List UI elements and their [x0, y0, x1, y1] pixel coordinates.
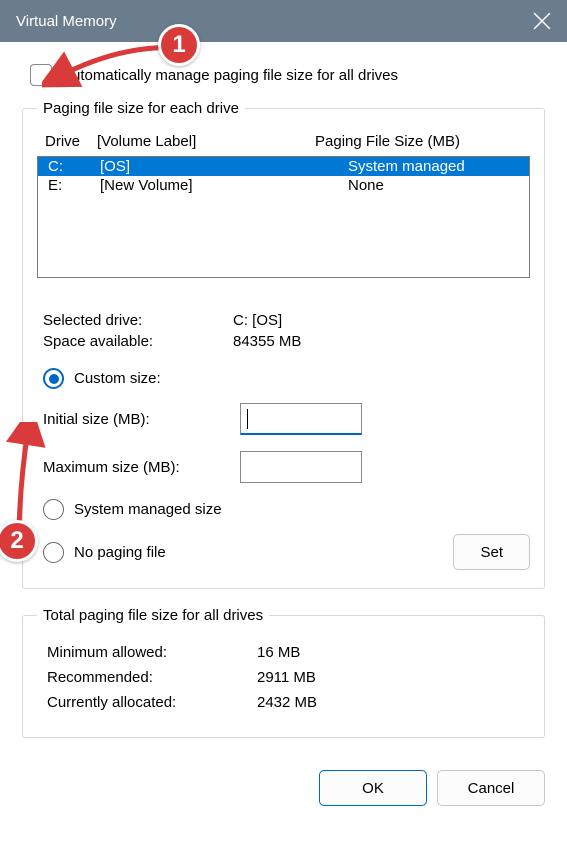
minimum-value: 16 MB: [257, 644, 300, 661]
close-icon[interactable]: [533, 12, 551, 30]
selected-drive-value: C: [OS]: [233, 312, 282, 329]
space-available-label: Space available:: [43, 333, 233, 350]
custom-size-radio[interactable]: [43, 368, 64, 389]
totals-fieldset: Total paging file size for all drives Mi…: [22, 607, 545, 738]
system-managed-label: System managed size: [74, 501, 222, 518]
selected-drive-label: Selected drive:: [43, 312, 233, 329]
drive-row[interactable]: C: [OS] System managed: [38, 157, 529, 176]
drive-list[interactable]: C: [OS] System managed E: [New Volume] N…: [37, 156, 530, 278]
maximum-size-label: Maximum size (MB):: [43, 459, 240, 476]
minimum-label: Minimum allowed:: [47, 644, 257, 661]
recommended-value: 2911 MB: [257, 669, 316, 686]
system-managed-radio[interactable]: [43, 499, 64, 520]
initial-size-input[interactable]: [240, 403, 362, 435]
totals-legend: Total paging file size for all drives: [37, 607, 269, 624]
cancel-button[interactable]: Cancel: [437, 770, 545, 806]
drive-row[interactable]: E: [New Volume] None: [38, 176, 529, 195]
no-paging-label: No paging file: [74, 544, 166, 561]
allocated-label: Currently allocated:: [47, 694, 257, 711]
set-button[interactable]: Set: [453, 534, 530, 570]
allocated-value: 2432 MB: [257, 694, 317, 711]
no-paging-radio[interactable]: [43, 542, 64, 563]
space-available-value: 84355 MB: [233, 333, 301, 350]
ok-button[interactable]: OK: [319, 770, 427, 806]
maximum-size-input[interactable]: [240, 451, 362, 483]
auto-manage-checkbox[interactable]: [30, 64, 52, 86]
per-drive-legend: Paging file size for each drive: [37, 100, 245, 117]
window-title: Virtual Memory: [16, 13, 117, 30]
initial-size-label: Initial size (MB):: [43, 411, 240, 428]
drive-list-header: Drive [Volume Label] Paging File Size (M…: [37, 129, 530, 156]
titlebar: Virtual Memory: [0, 0, 567, 42]
recommended-label: Recommended:: [47, 669, 257, 686]
per-drive-fieldset: Paging file size for each drive Drive [V…: [22, 100, 545, 589]
custom-size-label: Custom size:: [74, 370, 161, 387]
auto-manage-label: Automatically manage paging file size fo…: [62, 67, 398, 84]
